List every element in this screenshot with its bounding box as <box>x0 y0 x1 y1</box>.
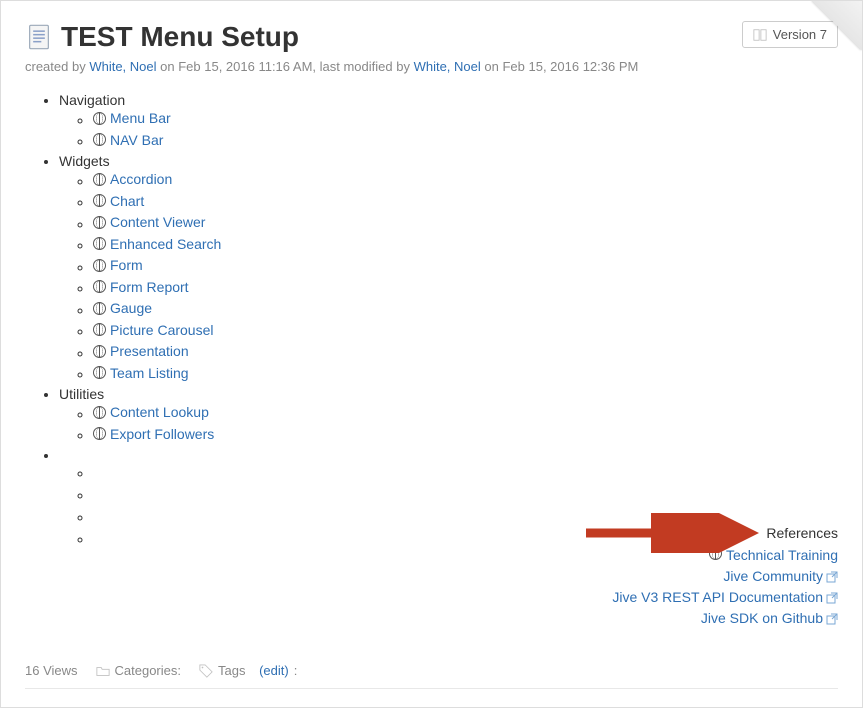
reference-link[interactable]: Jive SDK on Github <box>701 610 823 626</box>
tree-item: Gauge <box>93 300 838 318</box>
globe-icon <box>93 406 106 419</box>
tree-item: Accordion <box>93 171 838 189</box>
categories-label: Categories: <box>115 663 181 678</box>
tree-section: Utilities Content Lookup Export Followers <box>59 386 838 443</box>
external-link-icon <box>826 613 838 625</box>
reference-item: Jive Community <box>612 568 838 584</box>
tree-item-link[interactable]: Team Listing <box>110 365 189 381</box>
globe-icon <box>93 302 106 315</box>
page-corner-fold <box>792 1 862 71</box>
created-by-user-link[interactable]: White, Noel <box>89 59 156 74</box>
globe-icon <box>93 194 106 207</box>
globe-icon <box>93 173 106 186</box>
tree-item-link[interactable]: Content Viewer <box>110 214 205 230</box>
tags-suffix: : <box>294 663 298 678</box>
document-icon <box>25 23 53 51</box>
globe-icon <box>93 216 106 229</box>
reference-link[interactable]: Jive V3 REST API Documentation <box>612 589 823 605</box>
meta-modified-suffix: on Feb 15, 2016 12:36 PM <box>481 59 639 74</box>
tree-item-link[interactable]: Enhanced Search <box>110 236 221 252</box>
meta-modified-prefix: last modified by <box>320 59 414 74</box>
meta-line: created by White, Noel on Feb 15, 2016 1… <box>25 59 838 74</box>
views-count: 16 Views <box>25 663 78 678</box>
tags-label: Tags <box>218 663 245 678</box>
tree-item-empty <box>93 465 838 483</box>
modified-by-user-link[interactable]: White, Noel <box>414 59 481 74</box>
tags-edit-link[interactable]: (edit) <box>259 663 289 678</box>
tree-item: Form <box>93 257 838 275</box>
tree-section: Navigation Menu Bar NAV Bar <box>59 92 838 149</box>
globe-icon <box>93 427 106 440</box>
content-tree: NavigationMenu BarNAV BarWidgetsAccordio… <box>37 92 838 549</box>
tree-item-link[interactable]: Menu Bar <box>110 110 171 126</box>
reference-item: Jive SDK on Github <box>612 610 838 626</box>
tree-item: Chart <box>93 193 838 211</box>
external-link-icon <box>826 571 838 583</box>
tree-item-link[interactable]: Content Lookup <box>110 404 209 420</box>
tree-item: Enhanced Search <box>93 236 838 254</box>
globe-icon <box>93 323 106 336</box>
tree-item-link[interactable]: Gauge <box>110 300 152 316</box>
categories-section: Categories: <box>96 663 181 678</box>
tree-item-link[interactable]: Export Followers <box>110 426 214 442</box>
folder-icon <box>96 664 110 678</box>
tree-item: Menu Bar <box>93 110 838 128</box>
external-link-icon <box>826 592 838 604</box>
globe-icon <box>93 366 106 379</box>
tree-item-link[interactable]: Picture Carousel <box>110 322 214 338</box>
section-label: Utilities <box>59 386 104 402</box>
globe-icon <box>93 280 106 293</box>
globe-icon <box>93 133 106 146</box>
tree-item: Export Followers <box>93 426 838 444</box>
globe-icon <box>93 345 106 358</box>
meta-created-prefix: created by <box>25 59 89 74</box>
globe-icon <box>93 259 106 272</box>
footer-bar: 16 Views Categories: Tags (edit) : <box>25 663 838 689</box>
tags-section: Tags (edit) : <box>199 663 297 678</box>
tree-item: Picture Carousel <box>93 322 838 340</box>
tree-item: Content Lookup <box>93 404 838 422</box>
tree-item-link[interactable]: Form Report <box>110 279 189 295</box>
reference-link[interactable]: Jive Community <box>723 568 823 584</box>
tree-item-link[interactable]: Presentation <box>110 343 189 359</box>
tree-item: Presentation <box>93 343 838 361</box>
compare-icon <box>753 28 767 42</box>
tree-item: NAV Bar <box>93 132 838 150</box>
tree-item: Team Listing <box>93 365 838 383</box>
tree-item-link[interactable]: Form <box>110 257 143 273</box>
tree-item-empty <box>93 487 838 505</box>
section-label: Navigation <box>59 92 125 108</box>
tree-item: Form Report <box>93 279 838 297</box>
tree-item: Content Viewer <box>93 214 838 232</box>
tree-item-link[interactable]: NAV Bar <box>110 132 163 148</box>
tree-section: WidgetsAccordion Chart Content Viewer Enhan… <box>59 153 838 382</box>
globe-icon <box>93 237 106 250</box>
reference-item: Jive V3 REST API Documentation <box>612 589 838 605</box>
tree-item-link[interactable]: Accordion <box>110 171 172 187</box>
page-title: TEST Menu Setup <box>61 21 299 53</box>
arrow-annotation <box>581 513 761 556</box>
section-label: Widgets <box>59 153 110 169</box>
tag-icon <box>199 664 213 678</box>
globe-icon <box>93 112 106 125</box>
tree-item-link[interactable]: Chart <box>110 193 144 209</box>
meta-created-suffix: on Feb 15, 2016 11:16 AM, <box>157 59 320 74</box>
